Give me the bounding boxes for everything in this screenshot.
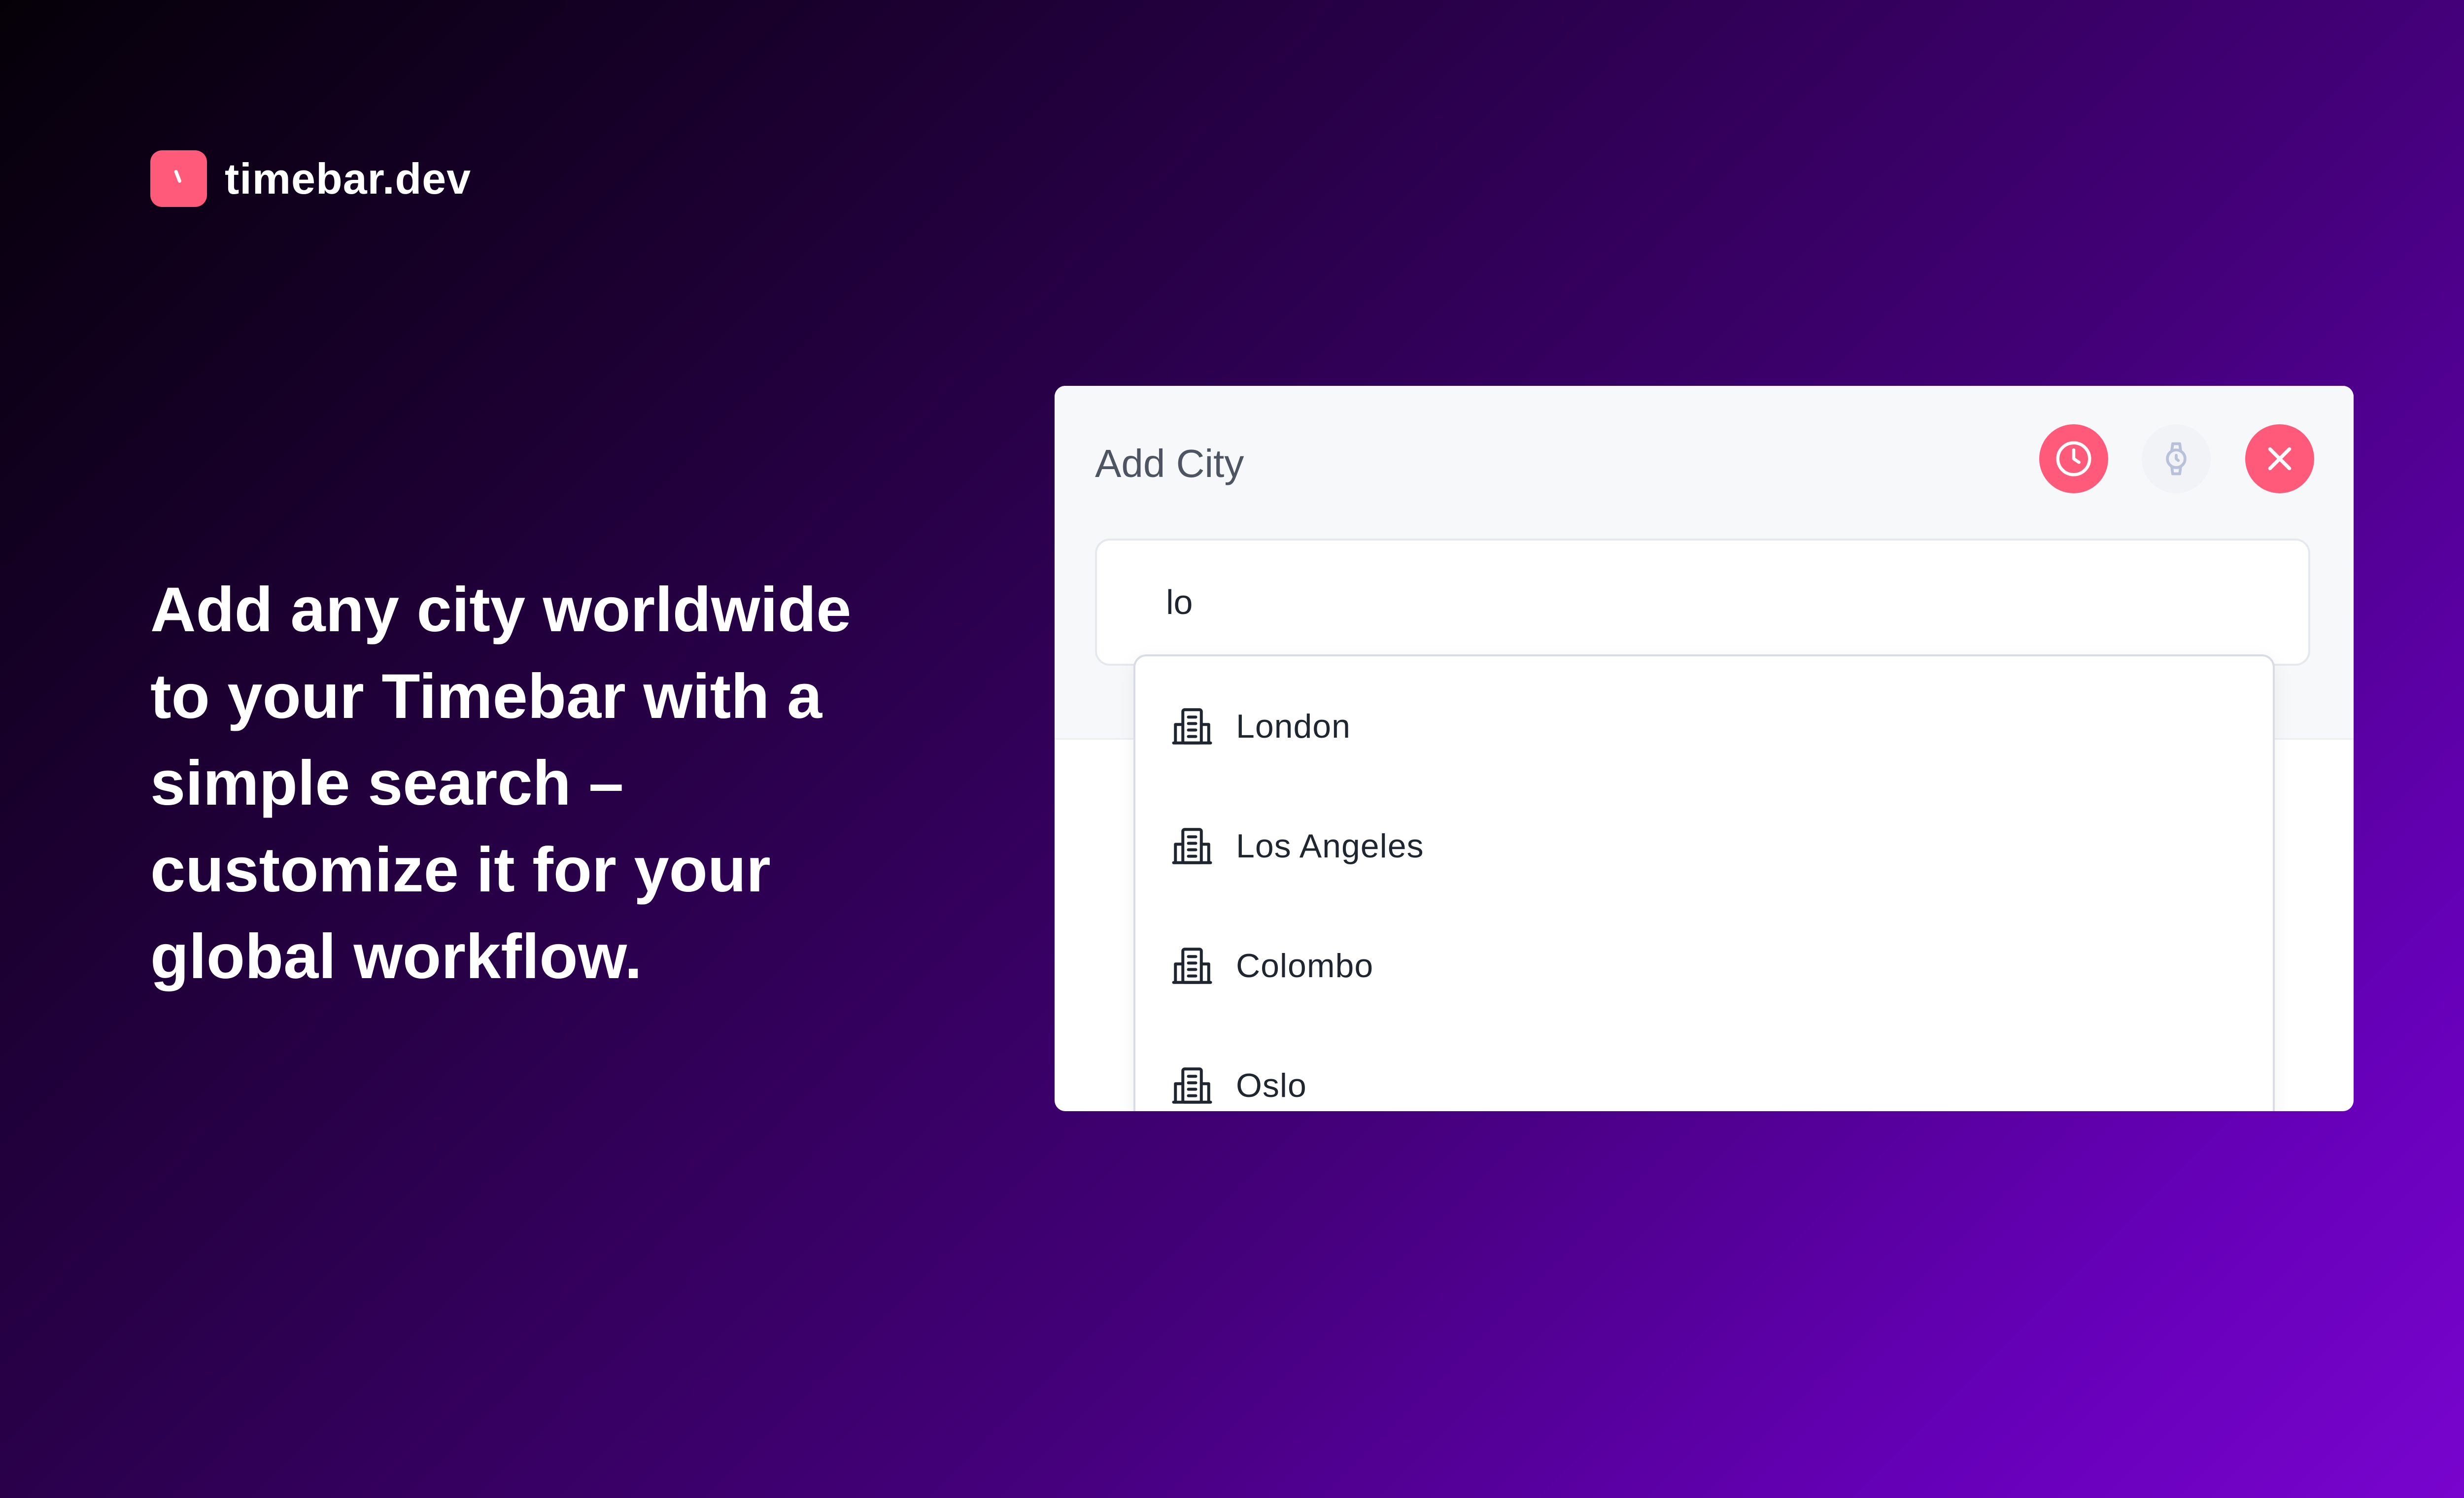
add-city-card: Add City lo London Los Angeles Colombo O… [1055, 386, 2354, 1111]
time-view-button[interactable] [2039, 424, 2108, 493]
watch-icon [2166, 442, 2187, 476]
headline-line: simple search – [150, 748, 624, 818]
headline: Add any city worldwide to your Timebar w… [150, 567, 963, 1000]
close-button[interactable] [2245, 424, 2314, 493]
close-icon [2268, 447, 2292, 471]
city-results-dropdown[interactable]: London Los Angeles Colombo Oslo [1133, 654, 2275, 1111]
clock-icon [150, 150, 207, 207]
city-result-item[interactable]: Colombo [1135, 917, 2273, 1015]
headline-line: global workflow. [150, 921, 642, 992]
city-search-input[interactable] [1165, 582, 2251, 622]
building-icon [1170, 824, 1214, 868]
city-search-box[interactable] [1095, 539, 2310, 666]
headline-line: Add any city worldwide [150, 575, 852, 645]
clock-icon [2056, 441, 2091, 477]
watch-button[interactable] [2142, 424, 2211, 493]
card-title: Add City [1095, 442, 1244, 485]
brand-name: timebar.dev [225, 154, 472, 203]
brand[interactable]: timebar.dev [150, 150, 471, 207]
city-result-item[interactable]: Oslo [1135, 1036, 2273, 1111]
building-icon [1170, 944, 1214, 988]
city-result-label: Oslo [1236, 1067, 1307, 1104]
headline-line: to your Timebar with a [150, 661, 822, 732]
city-result-item[interactable]: Los Angeles [1135, 797, 2273, 895]
city-result-item[interactable]: London [1135, 677, 2273, 776]
city-result-label: Los Angeles [1236, 827, 1424, 865]
headline-line: customize it for your [150, 835, 771, 905]
city-result-label: London [1236, 708, 1351, 745]
city-result-label: Colombo [1236, 947, 1374, 985]
building-icon [1170, 1063, 1214, 1108]
building-icon [1170, 704, 1214, 749]
